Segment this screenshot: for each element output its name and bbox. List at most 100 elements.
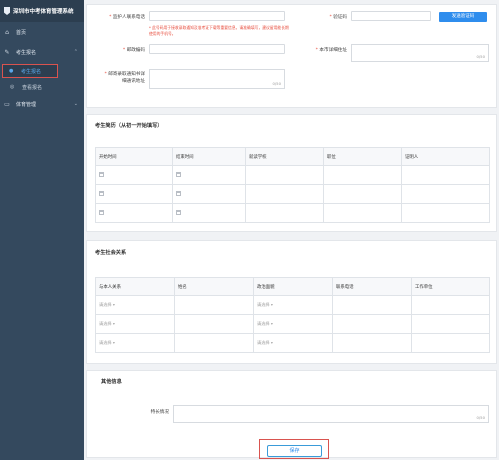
other-section-title: 其他信息 (101, 379, 122, 385)
position-cell[interactable] (323, 165, 402, 185)
relation-select[interactable]: 请选择 (95, 295, 175, 315)
other-card: 其他信息 特长情况 0/50 保存 (86, 370, 497, 459)
logo-icon (4, 7, 10, 15)
table-row (95, 184, 490, 204)
phone-cell[interactable] (332, 333, 412, 353)
save-button[interactable]: 保存 (267, 445, 322, 457)
send-code-button[interactable]: 发送验证码 (439, 12, 487, 22)
main-content: * 监护人联系电话 * 验证码 发送验证码 * 此号码用于接收录取通知及准考证下… (84, 0, 499, 460)
position-cell[interactable] (323, 203, 402, 223)
guardian-phone-input[interactable] (149, 11, 285, 21)
app-header: 深圳市中考体育管理系统 (0, 0, 84, 22)
start-date-cell[interactable] (95, 165, 173, 185)
phone-hint: * 此号码用于接收录取通知及准考证下载等重要信息，请准确填写，建议留用能长期使用… (149, 25, 289, 36)
end-date-cell[interactable] (172, 165, 246, 185)
sidebar-item-label: 考生报名 (21, 68, 42, 75)
sidebar-item-label: 考生报名 (16, 49, 37, 56)
school-cell[interactable] (245, 184, 324, 204)
political-select[interactable]: 请选择 (253, 295, 333, 315)
phone-cell[interactable] (332, 295, 412, 315)
verify-code-input[interactable] (351, 11, 431, 21)
sidebar-item-registration[interactable]: ✎ 考生报名 ⌃ (0, 42, 84, 62)
address-textarea[interactable]: 0/50 (351, 44, 489, 62)
school-cell[interactable] (245, 203, 324, 223)
address-counter: 0/50 (476, 54, 485, 59)
start-date-cell[interactable] (95, 184, 173, 204)
column-header: 就读学校 (245, 147, 324, 166)
special-textarea[interactable]: 0/50 (173, 405, 489, 423)
folder-icon: ▭ (4, 100, 10, 108)
mail-address-label: * 邮寄录取通知书详 细通讯地址 (104, 72, 145, 84)
address-label: * 本市详细住址 (315, 48, 347, 53)
employer-cell[interactable] (411, 314, 490, 334)
guardian-phone-label: * 监护人联系电话 (109, 15, 145, 20)
sidebar-item-label: 首页 (16, 29, 27, 36)
calendar-icon (99, 190, 104, 196)
witness-cell[interactable] (401, 203, 490, 223)
calendar-icon (176, 190, 181, 196)
table-row: 请选择 请选择 (95, 333, 490, 353)
resume-card: 考生简历（从初一开始填写） 开始时间 结束时间 就读学校 职位 证明人 (86, 114, 497, 232)
table-row (95, 165, 490, 185)
column-header: 姓名 (174, 277, 254, 296)
postcode-input[interactable] (149, 44, 285, 54)
contact-card: * 监护人联系电话 * 验证码 发送验证码 * 此号码用于接收录取通知及准考证下… (86, 4, 497, 108)
end-date-cell[interactable] (172, 184, 246, 204)
position-cell[interactable] (323, 184, 402, 204)
postcode-label: * 邮政编码 (122, 48, 145, 53)
social-table: 与本人关系 姓名 政治面貌 联系电话 工作单位 请选择 请选择 请选择 (95, 277, 490, 353)
political-select[interactable]: 请选择 (253, 333, 333, 353)
chevron-down-icon: ⌄ (73, 101, 78, 107)
calendar-icon (99, 209, 104, 215)
column-header: 工作单位 (411, 277, 490, 296)
home-icon: ⌂ (5, 28, 9, 36)
column-header: 职位 (323, 147, 402, 166)
witness-cell[interactable] (401, 184, 490, 204)
special-label: 特长情况 (150, 410, 169, 415)
special-counter: 0/50 (476, 415, 485, 420)
mail-address-counter: 0/50 (272, 81, 281, 86)
column-header: 开始时间 (95, 147, 173, 166)
sidebar-item-label: 体育管理 (16, 101, 37, 108)
column-header: 证明人 (401, 147, 490, 166)
phone-cell[interactable] (332, 314, 412, 334)
resume-section-title: 考生简历（从初一开始填写） (95, 123, 163, 129)
edit-icon: ✎ (4, 48, 10, 56)
relation-select[interactable]: 请选择 (95, 314, 175, 334)
view-icon: ◎ (10, 84, 15, 90)
sidebar-item-label: 查看报名 (22, 84, 43, 91)
school-cell[interactable] (245, 165, 324, 185)
employer-cell[interactable] (411, 333, 490, 353)
mail-address-textarea[interactable]: 0/50 (149, 69, 285, 89)
name-cell[interactable] (174, 314, 254, 334)
calendar-icon (176, 171, 181, 177)
sidebar-subitem-register[interactable]: ● 考生报名 (2, 64, 58, 78)
user-icon: ● (9, 68, 14, 74)
sidebar-subitem-view[interactable]: ◎ 查看报名 (0, 80, 84, 94)
sidebar-item-home[interactable]: ⌂ 首页 (0, 22, 84, 42)
calendar-icon (99, 171, 104, 177)
political-select[interactable]: 请选择 (253, 314, 333, 334)
verify-code-label: * 验证码 (329, 15, 347, 20)
column-header: 政治面貌 (253, 277, 333, 296)
resume-table: 开始时间 结束时间 就读学校 职位 证明人 (95, 147, 490, 223)
table-row: 请选择 请选择 (95, 314, 490, 334)
employer-cell[interactable] (411, 295, 490, 315)
social-card: 考生社会关系 与本人关系 姓名 政治面貌 联系电话 工作单位 请选择 请选择 (86, 240, 497, 364)
name-cell[interactable] (174, 295, 254, 315)
name-cell[interactable] (174, 333, 254, 353)
table-row: 请选择 请选择 (95, 295, 490, 315)
sidebar: 深圳市中考体育管理系统 ⌂ 首页 ✎ 考生报名 ⌃ ● 考生报名 ◎ 查看报名 … (0, 0, 84, 460)
start-date-cell[interactable] (95, 203, 173, 223)
column-header: 联系电话 (332, 277, 412, 296)
column-header: 结束时间 (172, 147, 246, 166)
witness-cell[interactable] (401, 165, 490, 185)
relation-select[interactable]: 请选择 (95, 333, 175, 353)
table-row (95, 203, 490, 223)
chevron-up-icon: ⌃ (73, 49, 78, 55)
end-date-cell[interactable] (172, 203, 246, 223)
calendar-icon (176, 209, 181, 215)
sidebar-item-sports[interactable]: ▭ 体育管理 ⌄ (0, 94, 84, 114)
social-section-title: 考生社会关系 (95, 250, 127, 256)
app-title: 深圳市中考体育管理系统 (13, 9, 74, 15)
